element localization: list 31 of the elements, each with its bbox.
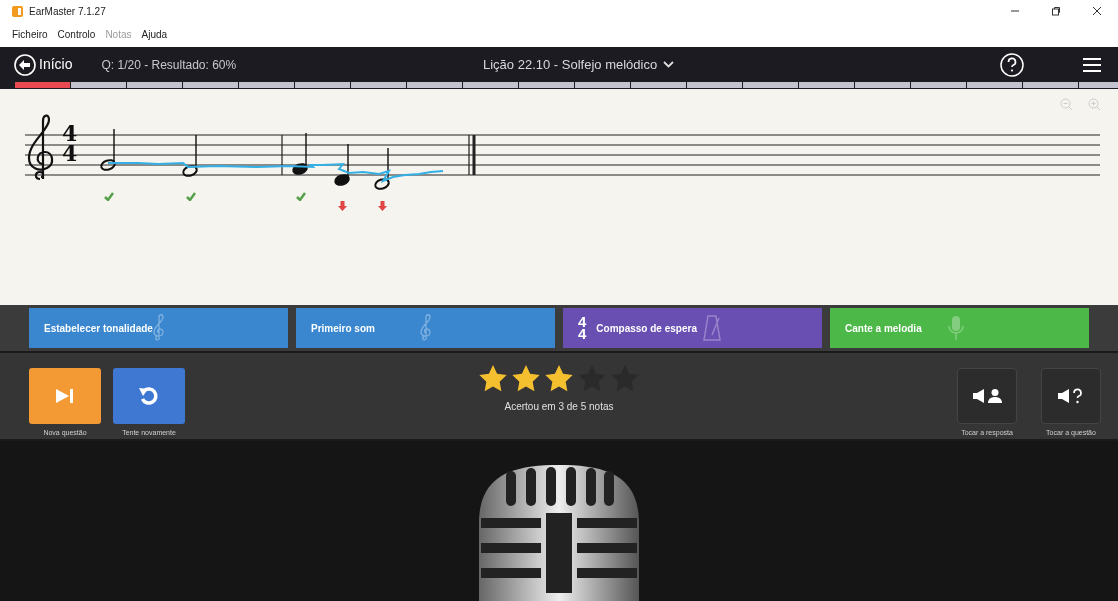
quiz-status: Q: 1/20 - Resultado: 60%	[101, 56, 237, 74]
lesson-selector[interactable]: Lição 22.10 - Solfejo melódico	[483, 55, 675, 75]
microphone-icon	[948, 315, 964, 341]
time-signature-bottom: 4	[62, 143, 78, 163]
metronome-icon	[703, 315, 721, 341]
speaker-person-icon	[972, 388, 1002, 404]
restore-icon[interactable]	[1051, 6, 1061, 16]
meter-bottom: 4	[578, 328, 587, 340]
home-button[interactable]: Início	[14, 53, 73, 76]
menu-item[interactable]: Controlo	[57, 27, 96, 42]
step-button[interactable]: Estabelecer tonalidade	[29, 308, 288, 348]
app-logo-icon	[12, 5, 23, 17]
result-message: Acertou em 3 de 5 notas	[504, 400, 614, 414]
help-icon[interactable]	[1000, 52, 1024, 77]
meter-top: 4	[578, 316, 587, 328]
window-title: EarMaster 7.1.27	[29, 4, 106, 19]
treble-clef-icon	[420, 314, 432, 342]
menu-icon[interactable]	[1082, 56, 1102, 73]
skip-forward-icon	[55, 388, 75, 404]
close-icon[interactable]	[1092, 6, 1102, 16]
treble-clef-icon	[153, 314, 165, 342]
chevron-down-icon	[663, 61, 675, 69]
menu-item[interactable]: Ficheiro	[12, 27, 48, 42]
play-answer-button[interactable]	[957, 368, 1017, 424]
retry-icon	[138, 385, 160, 407]
retry-button[interactable]	[113, 368, 185, 424]
step-button[interactable]: Primeiro som	[296, 308, 555, 348]
speaker-question-icon	[1057, 387, 1085, 405]
play-question-button[interactable]	[1041, 368, 1101, 424]
menu-item[interactable]: Ajuda	[141, 27, 168, 42]
time-signature-top: 4	[62, 123, 78, 143]
